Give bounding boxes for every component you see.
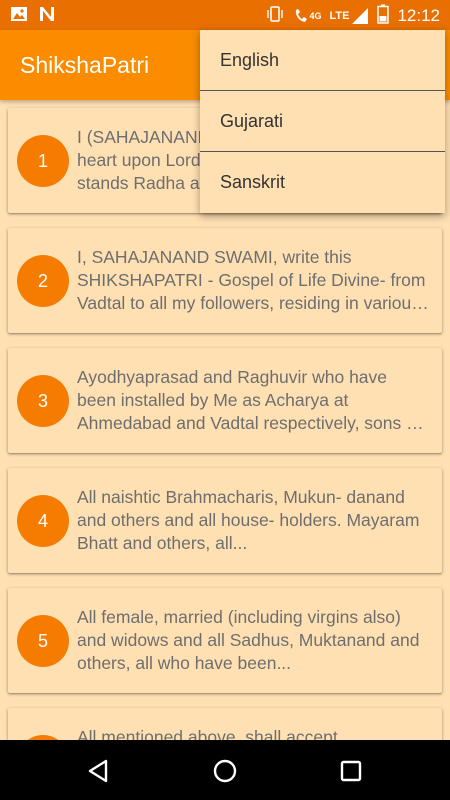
menu-item-gujarati[interactable]: Gujarati [200,91,445,152]
app-title: ShikshaPatri [20,52,150,78]
verse-text: All female, married (including virgins a… [77,607,420,673]
verse-card-4[interactable]: 4 All naishtic Brahmacharis, Mukun- dana… [8,468,442,573]
status-left-icons [10,5,56,28]
verse-number-badge: 5 [17,615,69,667]
verse-text: I, SAHAJANAND SWAMI, write this SHIKSHAP… [77,247,426,313]
status-bar: 4G LTE 12:12 [0,0,450,30]
verse-number-badge: 3 [17,375,69,427]
verse-card-6[interactable]: 6 All mentioned above, shall accept [8,708,442,740]
wifi-call-icon: 4G [293,7,321,25]
image-icon [10,6,28,27]
data-type-label: 4G [309,10,322,21]
n-notification-icon [38,5,56,28]
verse-text: All naishtic Brahmacharis, Mukun- danand… [77,487,420,553]
verse-card-5[interactable]: 5 All female, married (including virgins… [8,588,442,693]
language-menu: English Gujarati Sanskrit [200,30,445,213]
recents-icon[interactable] [338,758,364,784]
back-icon[interactable] [86,758,112,784]
navigation-bar [0,740,450,800]
verse-text: All mentioned above, shall accept [77,727,338,740]
verse-text: Ayodhyaprasad and Raghuvir who have been… [77,367,421,433]
battery-icon [377,4,390,27]
signal-icon: LTE [329,7,369,25]
status-right-icons: 4G LTE 12:12 [265,4,440,27]
vibrate-icon [265,5,285,26]
verse-number-badge: 2 [17,255,69,307]
menu-item-english[interactable]: English [200,30,445,91]
verse-number-badge: 1 [17,135,69,187]
verse-card-2[interactable]: 2 I, SAHAJANAND SWAMI, write this SHIKSH… [8,228,442,333]
menu-item-sanskrit[interactable]: Sanskrit [200,152,445,213]
clock: 12:12 [397,5,440,25]
verse-number-badge: 4 [17,495,69,547]
verse-card-3[interactable]: 3 Ayodhyaprasad and Raghuvir who have be… [8,348,442,453]
home-icon[interactable] [212,758,238,784]
network-label: LTE [329,9,350,22]
